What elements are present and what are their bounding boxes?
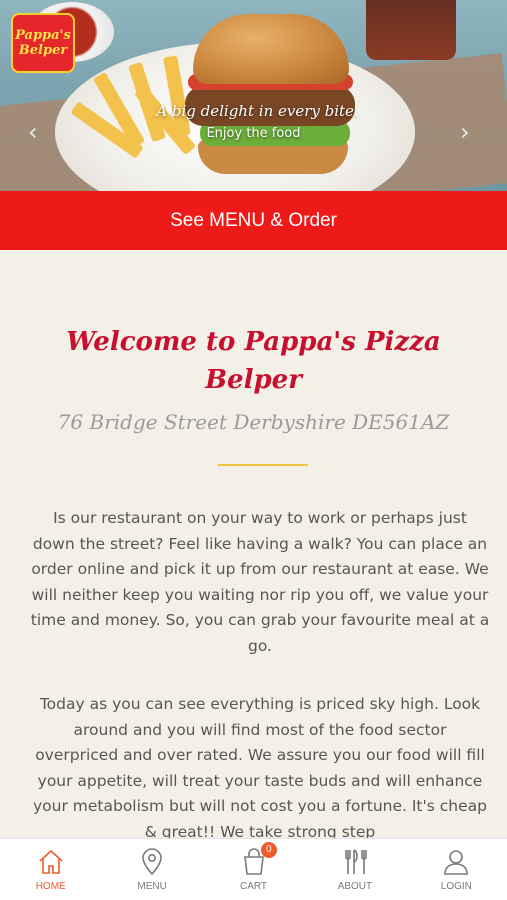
burger-top-bun-graphic xyxy=(193,14,349,84)
nav-login-label: LOGIN xyxy=(440,881,472,892)
nav-cart[interactable]: 0 CART xyxy=(203,839,304,900)
hero-banner: A big delight in every bite. Enjoy the f… xyxy=(0,0,507,191)
nav-menu-label: MENU xyxy=(137,881,167,892)
nav-login[interactable]: LOGIN xyxy=(406,839,507,900)
nav-home-label: HOME xyxy=(35,881,66,892)
intro-paragraph: Is our restaurant on your way to work or… xyxy=(30,509,490,655)
welcome-title: Welcome to Pappa's Pizza Belper xyxy=(66,327,441,395)
brand-logo-line1: Pappa's xyxy=(15,28,71,43)
brand-logo[interactable]: Pappa's Belper xyxy=(11,13,75,73)
carousel-prev-arrow-icon[interactable]: ‹ xyxy=(28,120,38,144)
home-icon xyxy=(39,849,63,874)
see-menu-order-button[interactable]: See MENU & Order xyxy=(0,191,507,250)
carousel-next-arrow-icon[interactable]: › xyxy=(460,120,470,144)
nav-about-label: ABOUT xyxy=(337,881,373,892)
user-icon xyxy=(444,850,469,875)
cutlery-icon xyxy=(345,849,367,874)
nav-home[interactable]: HOME xyxy=(0,839,101,900)
main-content: Welcome to Pappa's Pizza Belper 76 Bridg… xyxy=(0,250,507,838)
nav-menu[interactable]: MENU xyxy=(101,839,202,900)
bottom-navigation: HOME MENU 0 CART ABOUT LOGIN xyxy=(0,838,507,900)
nav-about[interactable]: ABOUT xyxy=(304,839,405,900)
brand-logo-line2: Belper xyxy=(18,43,68,58)
location-pin-icon xyxy=(142,848,162,876)
title-divider xyxy=(218,464,308,466)
nav-cart-label: CART xyxy=(239,881,268,892)
cart-count-badge: 0 xyxy=(260,842,277,858)
drink-glass-graphic xyxy=(366,0,456,60)
restaurant-address: 76 Bridge Street Derbyshire DE561AZ xyxy=(57,410,450,434)
hero-tagline: A big delight in every bite. xyxy=(156,102,359,120)
hero-subtagline: Enjoy the food xyxy=(206,126,301,141)
pricing-paragraph: Today as you can see everything is price… xyxy=(32,695,487,838)
